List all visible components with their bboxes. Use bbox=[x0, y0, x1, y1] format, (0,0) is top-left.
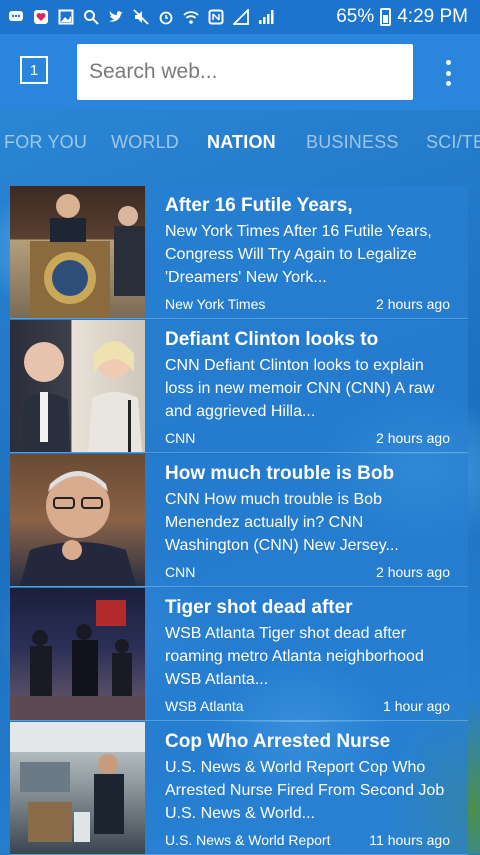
article-snippet: U.S. News & World Report Cop Who Arreste… bbox=[165, 759, 445, 822]
article-thumbnail bbox=[10, 320, 145, 452]
article-thumbnail bbox=[10, 722, 145, 854]
mute-icon bbox=[133, 9, 149, 25]
heart-icon bbox=[33, 9, 49, 25]
signal-icon bbox=[233, 9, 249, 25]
nfc-icon bbox=[208, 9, 224, 25]
article-card[interactable]: After 16 Futile Years, New York Times Af… bbox=[10, 186, 468, 319]
article-time: 1 hour ago bbox=[383, 698, 450, 714]
search-input[interactable]: Search web... bbox=[77, 44, 413, 100]
article-title: How much trouble is Bob bbox=[165, 463, 395, 484]
article-title: Tiger shot dead after bbox=[165, 597, 353, 618]
article-snippet: New York Times After 16 Futile Years, Co… bbox=[165, 223, 432, 286]
wifi-icon bbox=[183, 9, 199, 25]
tab-nation[interactable]: NATION bbox=[207, 132, 276, 153]
tab-business[interactable]: BUSINESS bbox=[306, 132, 399, 153]
overflow-menu-icon[interactable] bbox=[441, 60, 455, 86]
clock: 4:29 PM bbox=[397, 6, 468, 27]
article-time: 2 hours ago bbox=[376, 430, 450, 446]
battery-charging-icon bbox=[380, 8, 392, 26]
article-card[interactable]: Defiant Clinton looks to CNN Defiant Cli… bbox=[10, 320, 468, 453]
article-source: WSB Atlanta bbox=[165, 698, 244, 714]
article-snippet: WSB Atlanta Tiger shot dead after roamin… bbox=[165, 625, 424, 688]
gallery-icon bbox=[58, 9, 74, 25]
article-thumbnail bbox=[10, 454, 145, 586]
article-snippet: CNN Defiant Clinton looks to explain los… bbox=[165, 357, 435, 420]
tab-sci-tech[interactable]: SCI/TE bbox=[426, 132, 480, 153]
article-snippet: CNN How much trouble is Bob Menendez act… bbox=[165, 491, 399, 554]
signal-bars-icon bbox=[258, 9, 274, 25]
article-title: Cop Who Arrested Nurse bbox=[165, 731, 391, 752]
article-thumbnail bbox=[10, 186, 145, 318]
article-time: 2 hours ago bbox=[376, 564, 450, 580]
article-card[interactable]: How much trouble is Bob CNN How much tro… bbox=[10, 454, 468, 587]
article-thumbnail bbox=[10, 588, 145, 720]
article-time: 11 hours ago bbox=[369, 832, 450, 848]
article-title: After 16 Futile Years, bbox=[165, 195, 353, 216]
article-card[interactable]: Tiger shot dead after WSB Atlanta Tiger … bbox=[10, 588, 468, 721]
search-icon bbox=[83, 9, 99, 25]
tab-for-you[interactable]: FOR YOU bbox=[4, 132, 87, 153]
battery-percent: 65% bbox=[336, 6, 375, 27]
status-bar: 65% 4:29 PM bbox=[0, 0, 480, 34]
article-title: Defiant Clinton looks to bbox=[165, 329, 379, 350]
article-card[interactable]: Cop Who Arrested Nurse U.S. News & World… bbox=[10, 722, 468, 855]
messages-icon bbox=[8, 9, 24, 25]
tab-count-button[interactable]: 1 bbox=[20, 56, 48, 84]
app-toolbar: 1 Search web... bbox=[0, 34, 480, 110]
article-source: CNN bbox=[165, 564, 196, 580]
tab-world[interactable]: WORLD bbox=[111, 132, 179, 153]
twitter-icon bbox=[108, 9, 124, 25]
category-tabs: FOR YOU WORLD NATION BUSINESS SCI/TE bbox=[0, 110, 480, 176]
article-source: U.S. News & World Report bbox=[165, 832, 331, 848]
article-source: CNN bbox=[165, 430, 196, 446]
article-source: New York Times bbox=[165, 296, 266, 312]
article-time: 2 hours ago bbox=[376, 296, 450, 312]
alarm-icon bbox=[158, 9, 174, 25]
